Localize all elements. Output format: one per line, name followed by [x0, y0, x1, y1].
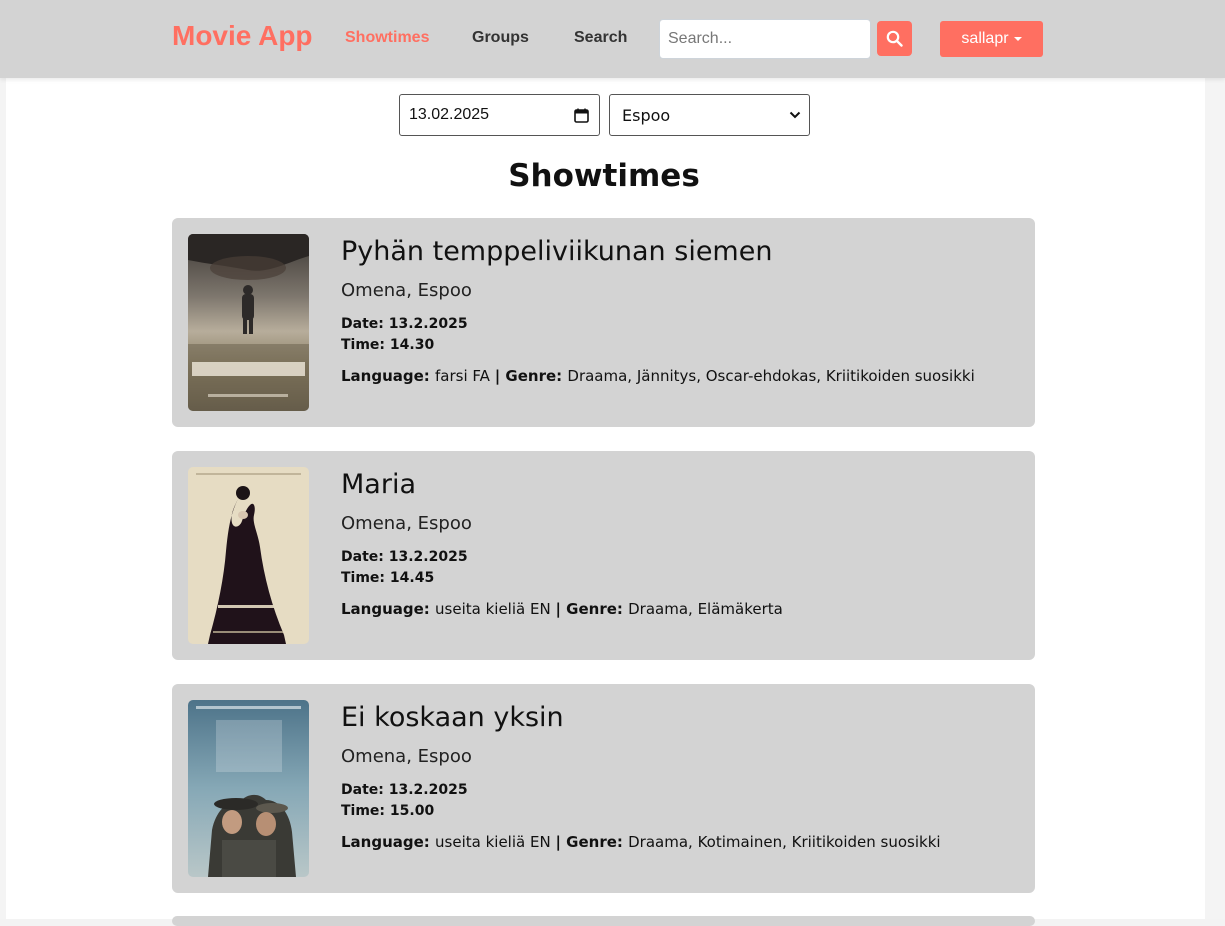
nav-link-showtimes[interactable]: Showtimes — [345, 29, 429, 47]
calendar-icon[interactable] — [574, 108, 589, 123]
date-picker[interactable]: 13.02.2025 — [399, 94, 600, 136]
movie-meta: Language: useita kieliä EN | Genre: Draa… — [341, 833, 941, 851]
movie-language: useita kieliä EN — [435, 600, 551, 618]
navbar: Movie App Showtimes Groups Search sallap… — [0, 0, 1225, 78]
movie-poster[interactable] — [188, 700, 309, 877]
date-value: 13.02.2025 — [409, 106, 490, 123]
brand-logo[interactable]: Movie App — [172, 20, 313, 52]
caret-down-icon — [1013, 37, 1022, 41]
genre-label: Genre: — [566, 600, 629, 618]
language-label: Language: — [341, 833, 436, 851]
showtime-card-partial[interactable] — [172, 916, 1035, 926]
movie-title[interactable]: Maria — [341, 469, 416, 500]
language-label: Language: — [341, 367, 436, 385]
movie-time: Time: 14.30 — [341, 337, 435, 353]
showtime-card[interactable]: Maria Omena, Espoo Date: 13.2.2025 Time:… — [172, 451, 1035, 660]
search-button[interactable] — [877, 21, 912, 56]
movie-genre: Draama, Kotimainen, Kriitikoiden suosikk… — [628, 833, 941, 851]
page-title: Showtimes — [508, 158, 700, 194]
theatre-select-value: Espoo — [622, 105, 671, 125]
user-menu-label: sallapr — [961, 30, 1009, 47]
movie-title[interactable]: Ei koskaan yksin — [341, 702, 564, 733]
movie-theatre: Omena, Espoo — [341, 280, 472, 301]
genre-label: Genre: — [566, 833, 629, 851]
movie-poster[interactable] — [188, 467, 309, 644]
movie-theatre: Omena, Espoo — [341, 513, 472, 534]
search-input[interactable] — [659, 19, 871, 59]
movie-time: Time: 14.45 — [341, 570, 435, 586]
movie-genre: Draama, Jännitys, Oscar-ehdokas, Kriitik… — [567, 367, 975, 385]
movie-time: Time: 15.00 — [341, 803, 435, 819]
movie-meta: Language: useita kieliä EN | Genre: Draa… — [341, 600, 783, 618]
poster-image — [188, 700, 309, 877]
movie-theatre: Omena, Espoo — [341, 746, 472, 767]
showtime-card[interactable]: Ei koskaan yksin Omena, Espoo Date: 13.2… — [172, 684, 1035, 893]
movie-poster[interactable] — [188, 234, 309, 411]
meta-separator: | — [494, 367, 506, 385]
meta-separator: | — [555, 600, 567, 618]
nav-link-groups[interactable]: Groups — [472, 29, 529, 47]
movie-title[interactable]: Pyhän temppeliviikunan siemen — [341, 236, 772, 267]
movie-meta: Language: farsi FA | Genre: Draama, Jänn… — [341, 367, 975, 385]
movie-date: Date: 13.2.2025 — [341, 782, 468, 798]
movie-language: useita kieliä EN — [435, 833, 551, 851]
movie-date: Date: 13.2.2025 — [341, 549, 468, 565]
poster-image — [188, 467, 309, 644]
meta-separator: | — [555, 833, 567, 851]
showtime-card[interactable]: Pyhän temppeliviikunan siemen Omena, Esp… — [172, 218, 1035, 427]
movie-genre: Draama, Elämäkerta — [628, 600, 783, 618]
user-menu-button[interactable]: sallapr — [940, 21, 1043, 57]
movie-language: farsi FA — [435, 367, 490, 385]
poster-image — [188, 234, 309, 411]
nav-link-search[interactable]: Search — [574, 29, 627, 47]
language-label: Language: — [341, 600, 436, 618]
theatre-select[interactable]: Espoo — [609, 94, 810, 136]
movie-date: Date: 13.2.2025 — [341, 316, 468, 332]
chevron-down-icon — [789, 111, 801, 119]
search-icon — [886, 30, 903, 47]
genre-label: Genre: — [505, 367, 568, 385]
